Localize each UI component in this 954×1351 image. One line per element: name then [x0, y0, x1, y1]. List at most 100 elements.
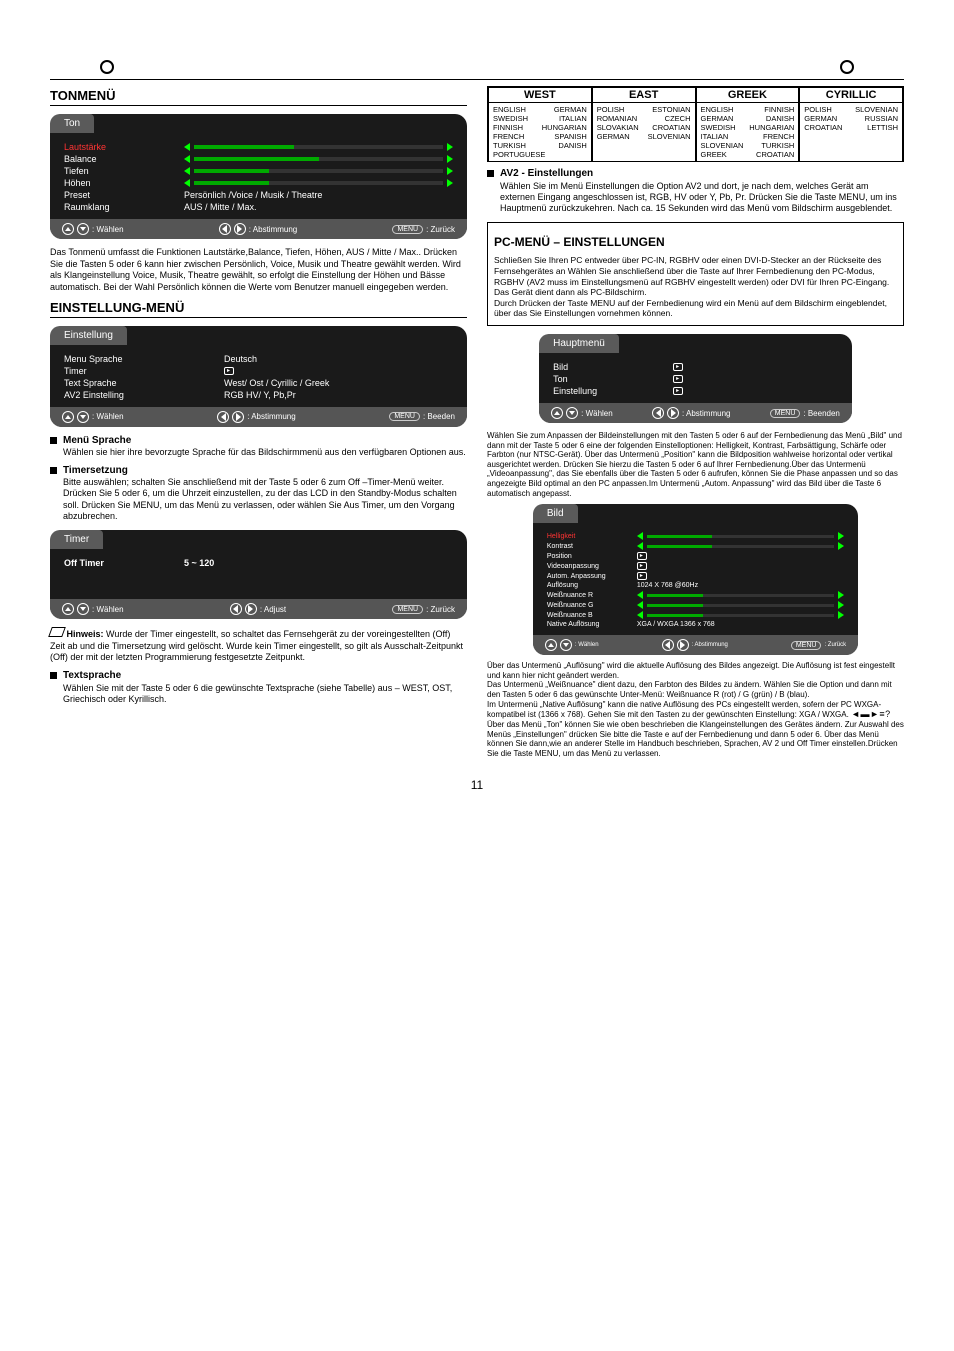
lang-row: PORTUGUESE — [493, 150, 587, 159]
bullet-icon — [487, 170, 494, 177]
timer-body1: Bitte auswählen; schalten Sie anschließe… — [63, 477, 467, 522]
bild-body1: Über das Untermenü „Auflösung" wird die … — [487, 661, 904, 680]
textsprache-heading: Textsprache — [63, 670, 467, 683]
bild-native-val: XGA / WXGA 1366 x 768 — [637, 621, 715, 628]
lang-col: POLISHSLOVENIANGERMANRUSSIANCROATIANLETT… — [799, 103, 903, 161]
lang-row: ENGLISHGERMAN — [493, 105, 587, 114]
einstellung-heading: EINSTELLUNG-MENÜ — [50, 300, 467, 318]
bild-kontrast: Kontrast — [547, 543, 637, 550]
bild-position: Position — [547, 553, 637, 560]
hm-bild: Bild — [553, 362, 673, 372]
submenu-icon — [637, 572, 647, 580]
timer-heading: Timersetzung — [63, 465, 467, 478]
submenu-icon — [673, 375, 683, 383]
binding-circle-right — [840, 60, 854, 74]
lang-row: SWEDISHHUNGARIAN — [701, 123, 795, 132]
ton-raumklang-label: Raumklang — [64, 202, 184, 212]
offtimer-value: 5 ~ 120 — [184, 558, 214, 568]
einst-text-value: West/ Ost / Cyrillic / Greek — [224, 378, 329, 388]
page-number: 11 — [50, 778, 904, 792]
ton-osd: Ton Lautstärke Balance Tiefen Höhen Pres… — [50, 114, 467, 239]
submenu-icon — [224, 367, 234, 375]
sprache-body: Wählen sie hier ihre bevorzugte Sprache … — [63, 447, 466, 458]
hauptmenu-osd-title: Hauptmenü — [539, 334, 619, 353]
bild-video: Videoanpassung — [547, 563, 637, 570]
ton-hohen-label: Höhen — [64, 178, 184, 188]
bild-wn-r: Weißnuance R — [547, 592, 637, 599]
slider-icon — [184, 167, 453, 175]
lang-row: SWEDISHITALIAN — [493, 114, 587, 123]
hm-einst: Einstellung — [553, 386, 673, 396]
lang-head-west: WEST — [488, 87, 592, 103]
hauptmenu-body: Wählen Sie zum Anpassen der Bildeinstell… — [487, 431, 904, 498]
bullet-icon — [50, 467, 57, 474]
language-table: WEST EAST GREEK CYRILLIC ENGLISHGERMANSW… — [487, 86, 904, 162]
pc-box: PC-MENÜ – EINSTELLUNGEN Schließen Sie Ih… — [487, 222, 904, 326]
einstellung-osd-title: Einstellung — [50, 326, 127, 345]
lang-row: FRENCHSPANISH — [493, 132, 587, 141]
lang-head-cyrillic: CYRILLIC — [799, 87, 903, 103]
slider-icon — [184, 179, 453, 187]
timer-osd-title: Timer — [50, 530, 103, 549]
left-icon — [219, 223, 231, 235]
lang-row: GREEKCROATIAN — [701, 150, 795, 159]
offtimer-label: Off Timer — [64, 558, 184, 568]
bild-osd: Bild Helligkeit Kontrast Position Videoa… — [533, 504, 858, 655]
av2-heading: AV2 - Einstellungen — [500, 168, 904, 181]
bild-wn-b: Weißnuance B — [547, 612, 637, 619]
ton-preset-label: Preset — [64, 190, 184, 200]
einstellung-osd: Einstellung Menu SpracheDeutsch Timer Te… — [50, 326, 467, 427]
einst-av2-value: RGB HV/ Y, Pb,Pr — [224, 390, 296, 400]
textsprache-body: Wählen Sie mit der Taste 5 oder 6 die ge… — [63, 683, 467, 706]
lang-head-east: EAST — [592, 87, 696, 103]
bild-aufl-val: 1024 X 768 @60Hz — [637, 582, 698, 589]
einst-sprache-value: Deutsch — [224, 354, 257, 364]
submenu-icon — [673, 387, 683, 395]
ton-menu-heading: TONMENÜ — [50, 88, 467, 106]
lang-row: GERMANDANISH — [701, 114, 795, 123]
binding-circle-left — [100, 60, 114, 74]
einst-sprache-label: Menu Sprache — [64, 354, 224, 364]
ton-balance-label: Balance — [64, 154, 184, 164]
lang-row: GERMANRUSSIAN — [804, 114, 898, 123]
slider-icon — [184, 143, 453, 151]
submenu-icon — [673, 363, 683, 371]
lang-head-greek: GREEK — [696, 87, 800, 103]
osd-exit-hint: MENU: Beeden — [389, 411, 455, 423]
lang-row: POLISHESTONIAN — [597, 105, 691, 114]
osd-adjust-hint: : Abstimmung — [217, 411, 295, 423]
lang-row: GERMANSLOVENIAN — [597, 132, 691, 141]
pc-p2: Durch Drücken der Taste MENU auf der Fer… — [494, 298, 897, 319]
lang-col: ENGLISHFINNISHGERMANDANISHSWEDISHHUNGARI… — [696, 103, 800, 161]
pc-heading: PC-MENÜ – EINSTELLUNGEN — [494, 235, 897, 251]
submenu-icon — [637, 552, 647, 560]
bild-wn-g: Weißnuance G — [547, 602, 637, 609]
osd-select-hint: : Wählen — [62, 411, 124, 423]
lang-row: POLISHSLOVENIAN — [804, 105, 898, 114]
bullet-icon — [50, 437, 57, 444]
hauptmenu-osd: Hauptmenü Bild Ton Einstellung : Wählen … — [539, 334, 852, 423]
lang-col: ENGLISHGERMANSWEDISHITALIANFINNISHHUNGAR… — [488, 103, 592, 161]
ton-body: Das Tonmenü umfasst die Funktionen Lauts… — [50, 247, 467, 294]
lang-col: POLISHESTONIANROMANIANCZECHSLOVAKIANCROA… — [592, 103, 696, 161]
pc-p1: Schließen Sie Ihren PC entweder über PC-… — [494, 255, 897, 298]
einst-av2-label: AV2 Einstelling — [64, 390, 224, 400]
slider-icon — [184, 155, 453, 163]
up-icon — [62, 223, 74, 235]
timer-osd: Timer Off Timer5 ~ 120 : Wählen : Adjust… — [50, 530, 467, 619]
ton-lautstarke-label: Lautstärke — [64, 142, 184, 152]
lang-row: FINNISHHUNGARIAN — [493, 123, 587, 132]
bullet-icon — [50, 672, 57, 679]
osd-select-hint: : Wählen — [62, 603, 124, 615]
right-icon — [234, 223, 246, 235]
osd-select-hint: : Wählen — [62, 223, 124, 235]
nav-icons: ◄ ▬ ► ≡ ? — [851, 709, 889, 720]
bild-auto: Autom. Anpassung — [547, 573, 637, 580]
bild-body4: Über das Menü „Ton" können Sie wie oben … — [487, 720, 904, 758]
bild-body2: Das Untermenü „Weißnuance" dient dazu, d… — [487, 680, 904, 699]
bild-aufl: Auflösung — [547, 582, 637, 589]
lang-row: SLOVAKIANCROATIAN — [597, 123, 691, 132]
lang-row: CROATIANLETTISH — [804, 123, 898, 132]
av2-body: Wählen Sie im Menü Einstellungen die Opt… — [500, 181, 904, 215]
bild-osd-title: Bild — [533, 504, 578, 523]
